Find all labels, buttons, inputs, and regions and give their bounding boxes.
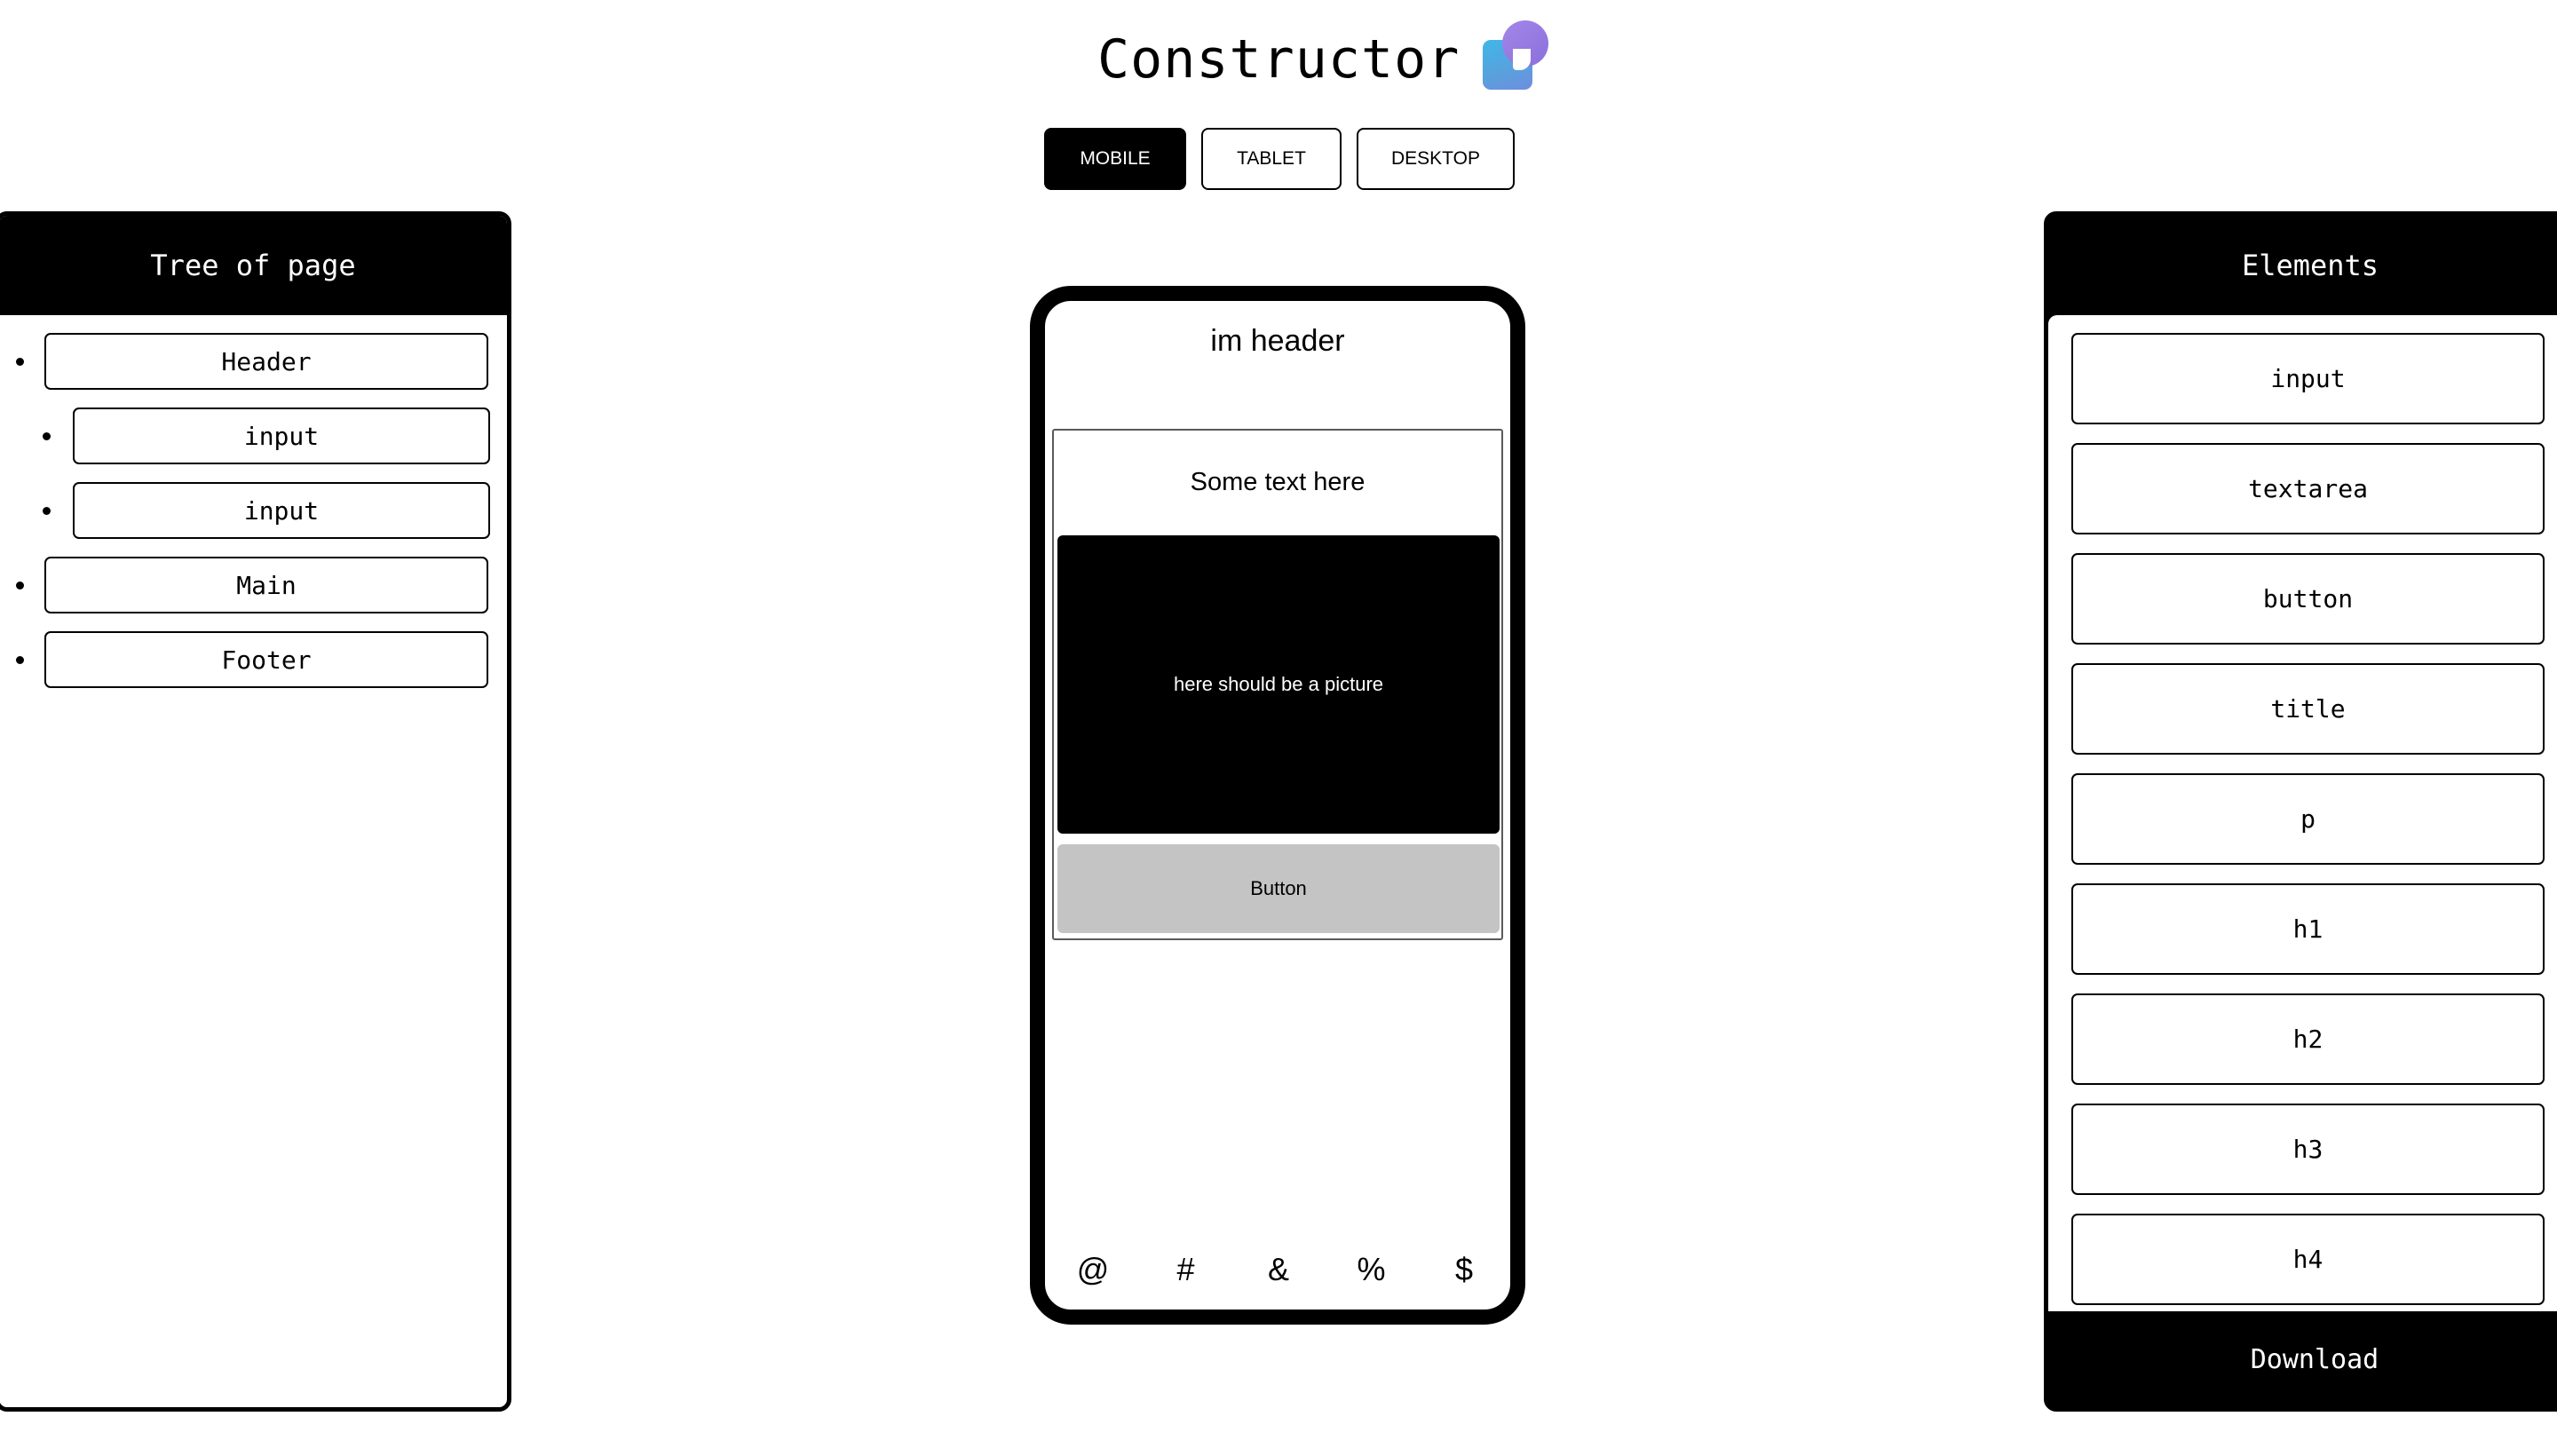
tree-node-button[interactable]: input xyxy=(73,408,490,464)
footer-hash-link[interactable]: # xyxy=(1168,1251,1204,1288)
picture-placeholder-text: here should be a picture xyxy=(1173,673,1384,695)
tree-node-button[interactable]: Header xyxy=(44,333,488,390)
element-button-button[interactable]: button xyxy=(2071,553,2545,645)
tab-tablet[interactable]: TABLET xyxy=(1201,128,1342,190)
tree-item-input: input xyxy=(43,408,490,464)
bullet-icon xyxy=(16,655,24,664)
tree-node-button[interactable]: Main xyxy=(44,557,488,613)
preview-picture-placeholder: here should be a picture xyxy=(1057,535,1500,834)
tree-node-button[interactable]: Footer xyxy=(44,631,488,688)
preview-footer: @ # & % $ xyxy=(1045,1251,1510,1288)
tree-panel: Tree of page Header input input Main Foo… xyxy=(0,211,511,1412)
app-title: Constructor xyxy=(1097,28,1461,91)
footer-at-link[interactable]: @ xyxy=(1075,1251,1111,1288)
element-input-button[interactable]: input xyxy=(2071,333,2545,424)
app-logo: Constructor xyxy=(1097,20,1550,98)
device-tabs: MOBILE TABLET DESKTOP xyxy=(1044,128,1515,190)
bullet-icon xyxy=(16,357,24,366)
bullet-icon xyxy=(43,506,51,515)
footer-dollar-link[interactable]: $ xyxy=(1446,1251,1482,1288)
preview-button[interactable]: Button xyxy=(1057,844,1500,933)
tree-item-header: Header xyxy=(16,333,488,390)
preview-main: Some text here here should be a picture … xyxy=(1052,429,1503,940)
element-h2-button[interactable]: h2 xyxy=(2071,993,2545,1085)
constructor-logo-icon xyxy=(1479,20,1550,91)
download-button[interactable]: Download xyxy=(2048,1311,2557,1407)
element-title-button[interactable]: title xyxy=(2071,663,2545,755)
element-h1-button[interactable]: h1 xyxy=(2071,883,2545,975)
elements-panel-title: Elements xyxy=(2048,216,2557,315)
footer-percent-link[interactable]: % xyxy=(1354,1251,1389,1288)
bullet-icon xyxy=(43,431,51,440)
preview-header: im header xyxy=(1210,324,1345,358)
element-h4-button[interactable]: h4 xyxy=(2071,1214,2545,1305)
element-h3-button[interactable]: h3 xyxy=(2071,1104,2545,1195)
element-p-button[interactable]: p xyxy=(2071,773,2545,865)
tab-desktop[interactable]: DESKTOP xyxy=(1357,128,1515,190)
tree-node-button[interactable]: input xyxy=(73,482,490,539)
element-textarea-button[interactable]: textarea xyxy=(2071,443,2545,534)
tree-item-footer: Footer xyxy=(16,631,488,688)
footer-ampersand-link[interactable]: & xyxy=(1261,1251,1296,1288)
preview-text: Some text here xyxy=(1190,468,1366,496)
mobile-preview: im header Some text here here should be … xyxy=(1030,286,1525,1325)
tab-mobile[interactable]: MOBILE xyxy=(1044,128,1186,190)
bullet-icon xyxy=(16,581,24,590)
tree-panel-title: Tree of page xyxy=(0,216,507,315)
tree-item-main: Main xyxy=(16,557,488,613)
elements-panel: Elements input textarea button title p h… xyxy=(2044,211,2557,1412)
tree-item-input: input xyxy=(43,482,490,539)
elements-list: input textarea button title p h1 h2 h3 h… xyxy=(2048,315,2557,1311)
